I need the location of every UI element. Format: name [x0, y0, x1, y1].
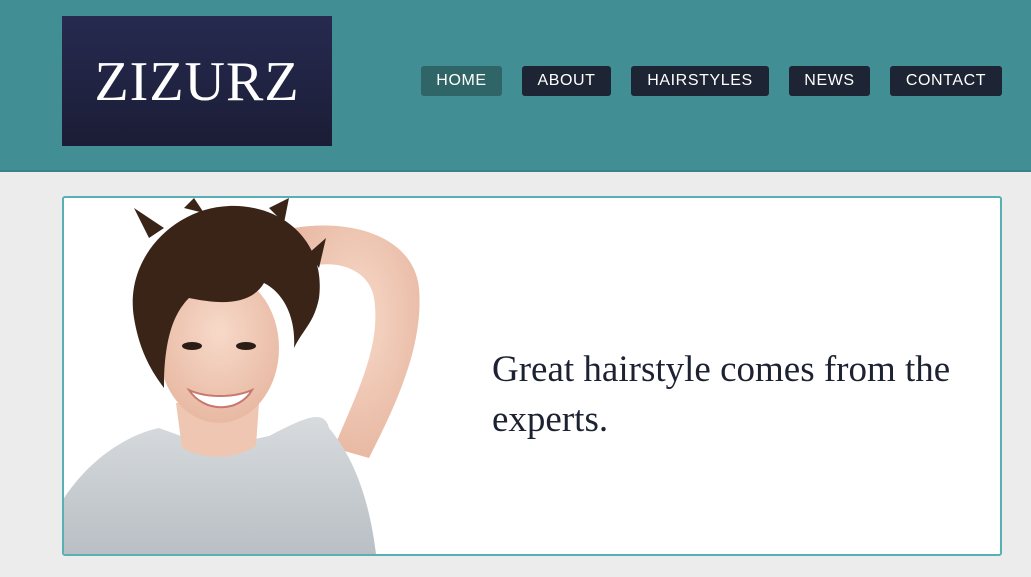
nav-item-about[interactable]: ABOUT [522, 66, 611, 96]
nav-item-news[interactable]: NEWS [789, 66, 870, 96]
hero-banner: Great hairstyle comes from the experts. [62, 196, 1002, 556]
hero-photo [64, 198, 420, 554]
site-logo[interactable]: ZIZURZ [62, 16, 332, 146]
site-header: ZIZURZ HOME ABOUT HAIRSTYLES NEWS CONTAC… [0, 0, 1031, 172]
hero-headline: Great hairstyle comes from the experts. [492, 349, 951, 440]
nav-item-hairstyles[interactable]: HAIRSTYLES [631, 66, 769, 96]
nav-item-contact[interactable]: CONTACT [890, 66, 1002, 96]
logo-text: ZIZURZ [94, 51, 300, 113]
nav-item-home[interactable]: HOME [421, 66, 502, 96]
